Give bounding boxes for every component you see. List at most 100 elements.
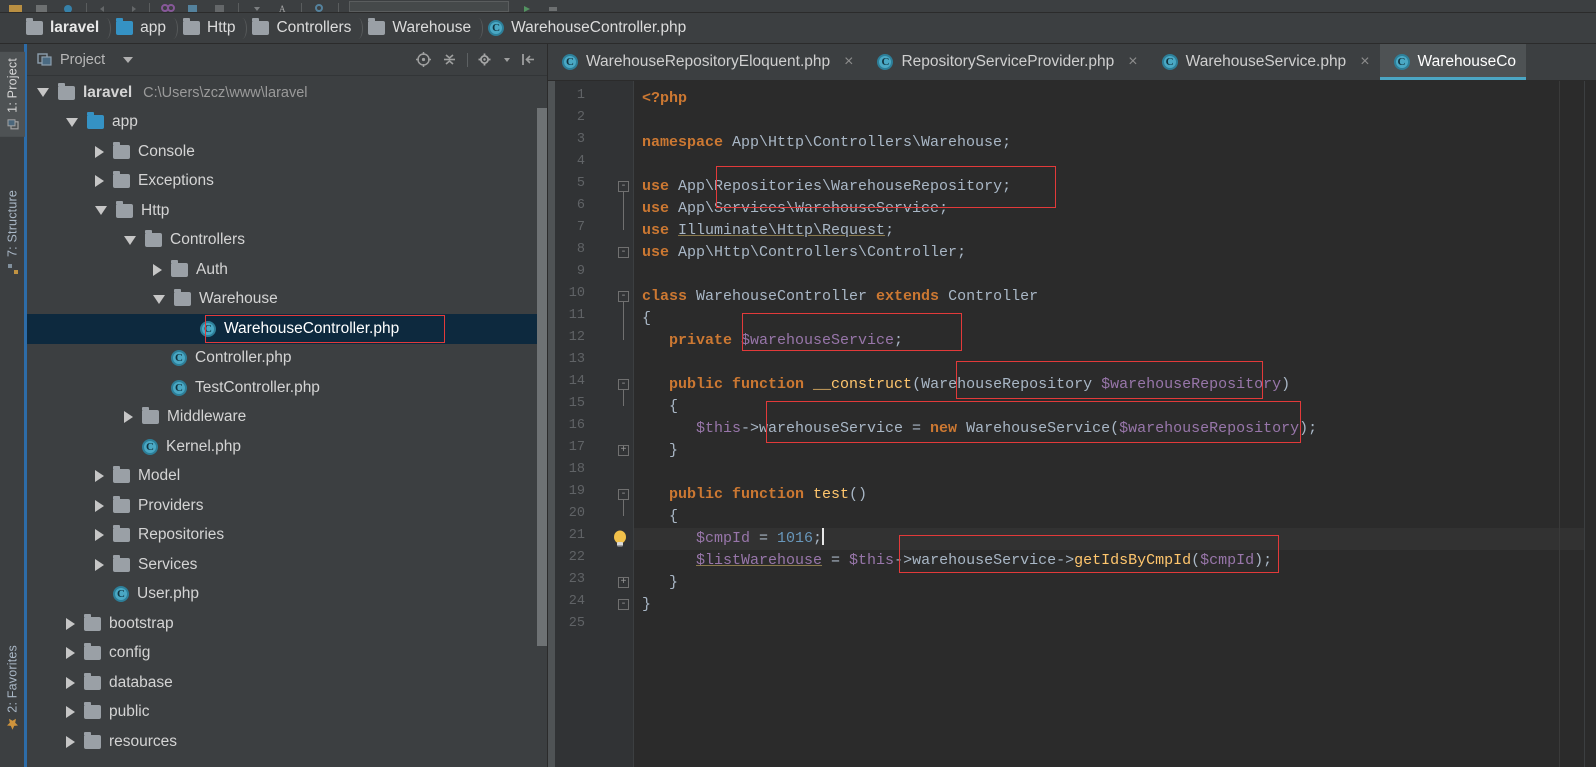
line-number: 9 [576,264,585,279]
editor-tab-warehouseco[interactable]: C WarehouseCo [1379,44,1527,80]
tree-folder-item[interactable]: database [27,668,547,698]
chevron-right-icon[interactable] [66,647,75,660]
undo-icon[interactable] [97,1,113,12]
breadcrumb-item-http[interactable]: Http [177,13,248,44]
editor-tab-warehouserepositoryeloquent-php[interactable]: C WarehouseRepositoryEloquent.php × [548,44,864,80]
line-number: 8 [576,242,585,257]
chevron-right-icon[interactable] [66,617,75,630]
code-fold-toggle[interactable]: - [618,291,629,302]
code-fold-toggle[interactable]: - [618,181,629,192]
chevron-right-icon[interactable] [95,499,104,512]
folder-icon [87,112,104,130]
tree-file-item[interactable]: C User.php [27,580,547,610]
paste-icon[interactable] [212,1,228,12]
sync-icon[interactable] [60,1,76,12]
collapse-all-icon[interactable] [441,51,458,68]
hide-panel-icon[interactable] [520,51,537,68]
project-tree-scrollbar[interactable] [537,108,547,646]
main-toolbar[interactable]: A [0,0,1596,13]
chevron-right-icon[interactable] [153,263,162,276]
tree-file-item[interactable]: C Controller.php [27,344,547,374]
code-content[interactable]: <?php namespace App\Http\Controllers\Ware… [634,81,1596,767]
code-fold-toggle[interactable]: - [618,599,629,610]
breadcrumb-item-controllers[interactable]: Controllers [246,13,364,44]
tool-window-tab-structure[interactable]: 7: Structure [0,184,25,281]
chevron-down-icon[interactable] [66,117,78,127]
tree-folder-item[interactable]: Providers [27,491,547,521]
tree-folder-item[interactable]: Http [27,196,547,226]
tree-folder-item[interactable]: Middleware [27,403,547,433]
editor-gutter[interactable]: 1 2 3 4 5 6 7 8 9 10 11 12 13 14 15 16 17 18 19 20 21 22 23 24 2… [548,81,634,767]
tree-folder-item[interactable]: bootstrap [27,609,547,639]
font-size-icon[interactable]: A [275,1,291,12]
tree-folder-item[interactable]: Exceptions [27,167,547,197]
editor-tab-warehouseservice-php[interactable]: C WarehouseService.php × [1147,44,1380,80]
chevron-down-icon[interactable] [124,235,136,245]
lightbulb-icon[interactable] [609,528,631,550]
editor-tab-repositoryserviceprovider-php[interactable]: C RepositoryServiceProvider.php × [863,44,1148,80]
tree-file-item[interactable]: C WarehouseController.php [27,314,547,344]
chevron-right-icon[interactable] [95,175,104,188]
editor-tab-bar[interactable]: C WarehouseRepositoryEloquent.php × C Reposi… [548,44,1596,81]
code-fold-toggle[interactable]: - [618,489,629,500]
tree-folder-item[interactable]: laravel C:\Users\zcz\www\laravel [27,78,547,108]
tree-folder-item[interactable]: app [27,108,547,138]
tree-folder-item[interactable]: Services [27,550,547,580]
tree-folder-item[interactable]: public [27,698,547,728]
chevron-down-icon[interactable] [95,206,107,216]
settings-dropdown-arrow-icon[interactable] [503,51,511,68]
open-folder-icon[interactable] [8,1,24,12]
code-fold-toggle[interactable]: + [618,445,629,456]
chevron-down-icon[interactable] [153,294,165,304]
close-icon[interactable]: × [1360,54,1369,70]
chevron-right-icon[interactable] [95,145,104,158]
chevron-down-icon[interactable] [123,56,134,63]
editor-scrollbar[interactable] [1584,81,1596,767]
breadcrumb-item-warehousecontroller-php[interactable]: C WarehouseController.php [482,13,697,44]
tree-folder-item[interactable]: config [27,639,547,669]
chevron-right-icon[interactable] [66,735,75,748]
breadcrumb-item-app[interactable]: app [110,13,178,44]
breadcrumb-item-laravel[interactable]: laravel [20,13,112,44]
chevron-right-icon[interactable] [95,558,104,571]
run-icon[interactable] [519,1,535,12]
chevron-down-icon[interactable] [37,88,49,98]
chevron-right-icon[interactable] [95,529,104,542]
tree-file-item[interactable]: C Kernel.php [27,432,547,462]
chevron-right-icon[interactable] [66,676,75,689]
code-editor[interactable]: 1 2 3 4 5 6 7 8 9 10 11 12 13 14 15 16 17 18 19 20 21 22 23 24 2… [548,81,1596,767]
save-all-icon[interactable] [34,1,50,12]
settings-gear-icon[interactable] [477,51,494,68]
breadcrumb-item-warehouse[interactable]: Warehouse [362,13,483,44]
redo-icon[interactable] [123,1,139,12]
locate-file-icon[interactable] [415,51,432,68]
tool-window-tab-favorites[interactable]: 2: Favorites [0,639,25,737]
tree-item-label: bootstrap [109,614,174,632]
tree-file-item[interactable]: C TestController.php [27,373,547,403]
tree-folder-item[interactable]: resources [27,727,547,757]
back-icon[interactable] [249,1,265,12]
run-configuration-select[interactable] [349,1,509,12]
editor-tab-label: WarehouseService.php [1185,53,1347,70]
copy-icon[interactable] [186,1,202,12]
chevron-right-icon[interactable] [66,706,75,719]
tree-folder-item[interactable]: Console [27,137,547,167]
code-fold-toggle[interactable]: - [618,247,629,258]
chevron-right-icon[interactable] [124,411,133,424]
tree-folder-item[interactable]: Warehouse [27,285,547,315]
inspect-icon[interactable] [312,1,328,12]
chevron-right-icon[interactable] [95,470,104,483]
tree-folder-item[interactable]: Repositories [27,521,547,551]
debug-icon[interactable] [545,1,561,12]
close-icon[interactable]: × [1128,54,1137,70]
code-fold-toggle[interactable]: + [618,577,629,588]
tool-window-tab-project[interactable]: 1: Project [0,52,25,137]
tree-folder-item[interactable]: Auth [27,255,547,285]
code-line: <?php [634,88,687,110]
find-icon[interactable] [160,1,176,12]
project-file-tree[interactable]: laravel C:\Users\zcz\www\laravel app Consol… [27,76,547,767]
close-icon[interactable]: × [844,54,853,70]
code-fold-toggle[interactable]: - [618,379,629,390]
tree-folder-item[interactable]: Controllers [27,226,547,256]
tree-folder-item[interactable]: Model [27,462,547,492]
